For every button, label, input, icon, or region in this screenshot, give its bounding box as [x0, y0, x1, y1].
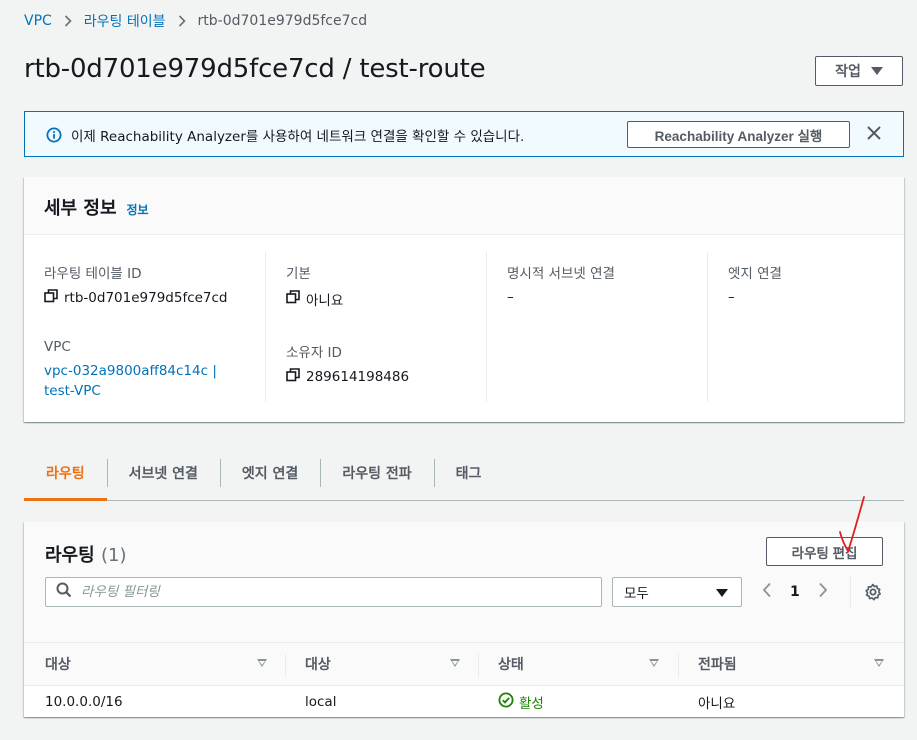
check-circle-icon: [498, 692, 514, 712]
explicit-subnet-value: –: [507, 289, 514, 305]
cell-status-text: 활성: [519, 695, 544, 712]
edge-association-value: –: [728, 289, 735, 305]
breadcrumb-current: rtb-0d701e979d5fce7cd: [197, 13, 368, 29]
main-label: 기본: [286, 266, 311, 282]
details-column-2: 기본 아니요 소유자 ID 289614198486: [265, 252, 465, 402]
details-info-link[interactable]: 정보: [127, 201, 149, 218]
column-divider: [678, 654, 679, 678]
owner-id-value: 289614198486: [286, 368, 465, 386]
vpc-label: VPC: [44, 339, 71, 355]
routes-title: 라우팅 (1): [45, 541, 126, 567]
chevron-left-icon[interactable]: [762, 582, 772, 602]
details-column-4: 엣지 연결 –: [707, 252, 897, 402]
column-header-destination[interactable]: 대상: [45, 643, 270, 685]
actions-button[interactable]: 작업: [815, 56, 903, 86]
details-title: 세부 정보: [44, 198, 117, 219]
caret-down-icon: [716, 589, 728, 597]
details-column-3: 명시적 서브넷 연결 –: [486, 252, 686, 402]
copy-icon[interactable]: [44, 289, 58, 307]
sort-icon: [874, 659, 884, 667]
tab-subnet-associations[interactable]: 서브넷 연결: [106, 451, 220, 501]
details-panel: 세부 정보 정보 라우팅 테이블 ID rtb-0d701e979d5fce7c…: [24, 177, 904, 422]
route-table-id-text: rtb-0d701e979d5fce7cd: [64, 290, 228, 306]
caret-down-icon: [870, 67, 883, 75]
info-flashbar: 이제 Reachability Analyzer를 사용하여 네트워크 연결을 …: [24, 111, 904, 157]
column-header-propagated[interactable]: 전파됨: [698, 643, 888, 685]
chevron-right-icon: [178, 15, 186, 27]
breadcrumb-vpc-link[interactable]: VPC: [24, 13, 52, 29]
gear-icon[interactable]: [864, 583, 882, 605]
column-header-target[interactable]: 대상: [305, 643, 475, 685]
column-header-text: 대상: [305, 657, 331, 673]
close-icon[interactable]: [865, 124, 883, 146]
pagination: 1: [762, 582, 828, 602]
page-title: rtb-0d701e979d5fce7cd / test-route: [24, 54, 486, 84]
owner-id-label: 소유자 ID: [286, 345, 342, 361]
cell-propagated: 아니요: [698, 695, 736, 712]
routes-count: (1): [100, 545, 127, 566]
reachability-analyzer-button[interactable]: Reachability Analyzer 실행: [627, 121, 850, 148]
tab-edge-associations[interactable]: 엣지 연결: [219, 451, 320, 501]
details-column-1: 라우팅 테이블 ID rtb-0d701e979d5fce7cd VPC vpc…: [44, 252, 244, 402]
tab-bar: 라우팅 서브넷 연결 엣지 연결 라우팅 전파 태그: [24, 451, 904, 501]
info-icon: [46, 127, 62, 147]
vpc-link[interactable]: vpc-032a9800aff84c14c | test-VPC: [44, 361, 244, 401]
tab-routes[interactable]: 라우팅: [24, 451, 107, 501]
table-row[interactable]: 10.0.0.0/16 local 활성 아니요: [24, 686, 904, 717]
tab-route-propagation[interactable]: 라우팅 전파: [320, 451, 433, 501]
column-header-status[interactable]: 상태: [498, 643, 668, 685]
chevron-right-icon: [64, 15, 72, 27]
vpc-link-line1: vpc-032a9800aff84c14c |: [44, 363, 217, 379]
column-divider: [285, 654, 286, 678]
copy-icon[interactable]: [286, 290, 300, 308]
cell-target: local: [305, 693, 337, 710]
route-table-id-value: rtb-0d701e979d5fce7cd: [44, 289, 244, 307]
route-filter-input[interactable]: [81, 584, 561, 600]
route-table-id-label: 라우팅 테이블 ID: [44, 266, 142, 282]
red-checkmark-annotation: [836, 494, 868, 568]
sort-icon: [257, 659, 267, 667]
routes-table-header: 대상 대상 상태 전파됨: [24, 642, 904, 686]
actions-button-label: 작업: [835, 63, 861, 79]
column-header-text: 전파됨: [698, 657, 737, 673]
cell-status: 활성: [498, 686, 544, 717]
chevron-right-icon[interactable]: [818, 582, 828, 602]
main-value-text: 아니요: [306, 293, 344, 309]
pager-divider: [850, 576, 851, 608]
tab-tags[interactable]: 태그: [433, 451, 504, 501]
route-filter: [45, 577, 602, 607]
explicit-subnet-label: 명시적 서브넷 연결: [507, 266, 615, 282]
column-divider: [478, 654, 479, 678]
flash-message: 이제 Reachability Analyzer를 사용하여 네트워크 연결을 …: [71, 129, 525, 145]
edge-association-label: 엣지 연결: [728, 266, 782, 282]
vpc-link-line2: test-VPC: [44, 383, 101, 399]
routes-title-text: 라우팅: [45, 545, 95, 566]
sort-icon: [649, 659, 659, 667]
column-header-text: 상태: [498, 657, 524, 673]
status-select[interactable]: 모두: [612, 577, 742, 607]
breadcrumb: VPC 라우팅 테이블 rtb-0d701e979d5fce7cd: [24, 11, 367, 31]
page-number[interactable]: 1: [790, 584, 800, 600]
routes-panel: 라우팅 (1) 라우팅 편집 모두 1 대상 대상: [24, 522, 904, 717]
owner-id-text: 289614198486: [306, 369, 410, 385]
main-value: 아니요: [286, 289, 465, 309]
status-select-value: 모두: [624, 586, 649, 602]
cell-destination: 10.0.0.0/16: [45, 693, 123, 710]
breadcrumb-route-tables-link[interactable]: 라우팅 테이블: [84, 11, 166, 31]
column-header-text: 대상: [45, 657, 71, 673]
search-icon: [56, 582, 72, 602]
copy-icon[interactable]: [286, 368, 300, 386]
details-header: 세부 정보 정보: [24, 177, 904, 235]
sort-icon: [450, 659, 460, 667]
